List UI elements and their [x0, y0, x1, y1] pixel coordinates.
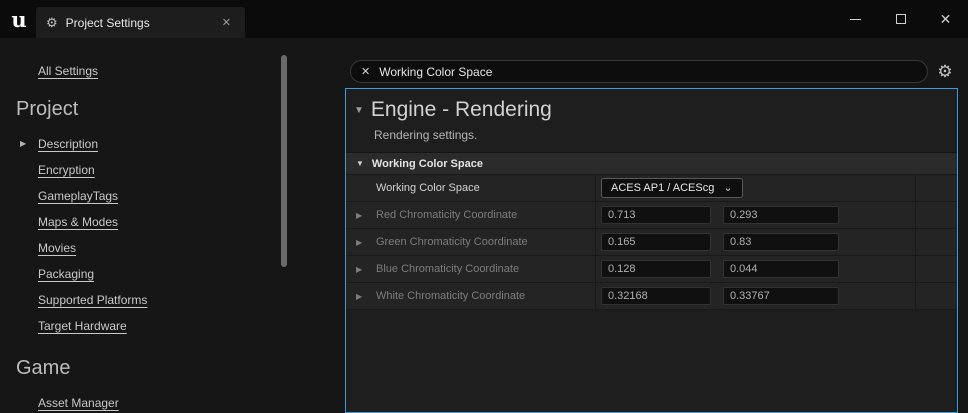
property-label: Red Chromaticity Coordinate — [376, 209, 517, 221]
tab-project-settings[interactable]: ⚙ Project Settings ✕ — [36, 7, 245, 38]
property-value-cell — [596, 256, 916, 282]
minimize-icon — [850, 19, 861, 20]
settings-icon: ⚙ — [46, 15, 58, 31]
chevron-down-icon: ⌄ — [723, 183, 732, 193]
search-box[interactable]: ✕ — [350, 60, 928, 83]
sidebar-item-label: Packaging — [38, 267, 94, 281]
row-white-chromaticity: ▶ White Chromaticity Coordinate — [346, 283, 957, 310]
property-label: Green Chromaticity Coordinate — [376, 236, 528, 248]
property-value-cell: ACES AP1 / ACEScg ⌄ — [596, 175, 916, 201]
settings-gear-icon[interactable]: ⚙ — [934, 61, 956, 83]
property-value-cell — [596, 283, 916, 309]
green-y-input[interactable] — [723, 233, 839, 251]
property-value-cell — [596, 202, 916, 228]
minimize-button[interactable] — [833, 0, 878, 38]
row-extra-cell — [916, 175, 957, 201]
sidebar-item-movies[interactable]: Movies — [16, 235, 271, 261]
maximize-icon — [896, 14, 906, 24]
sidebar-item-label: GameplayTags — [38, 189, 118, 203]
sidebar: All Settings Project ▶ Description Encry… — [16, 52, 271, 413]
triangle-right-icon[interactable]: ▶ — [20, 131, 26, 157]
red-x-input[interactable] — [601, 206, 711, 224]
sidebar-section-project: Project — [16, 98, 271, 121]
sidebar-item-label: Maps & Modes — [38, 215, 118, 229]
sidebar-item-gameplaytags[interactable]: GameplayTags — [16, 183, 271, 209]
search-input[interactable] — [379, 65, 917, 79]
property-value-cell — [596, 229, 916, 255]
row-green-chromaticity: ▶ Green Chromaticity Coordinate — [346, 229, 957, 256]
property-label: Blue Chromaticity Coordinate — [376, 263, 519, 275]
all-settings-label: All Settings — [38, 64, 98, 78]
property-label-cell: Working Color Space — [346, 175, 596, 201]
row-blue-chromaticity: ▶ Blue Chromaticity Coordinate — [346, 256, 957, 283]
blue-y-input[interactable] — [723, 260, 839, 278]
category-title: Working Color Space — [372, 158, 483, 170]
sidebar-item-label: Description — [38, 137, 98, 151]
row-red-chromaticity: ▶ Red Chromaticity Coordinate — [346, 202, 957, 229]
expand-triangle-icon[interactable]: ▶ — [356, 211, 362, 220]
sidebar-scrollbar[interactable] — [280, 50, 288, 413]
working-color-space-dropdown[interactable]: ACES AP1 / ACEScg ⌄ — [601, 178, 743, 198]
sidebar-item-packaging[interactable]: Packaging — [16, 261, 271, 287]
collapse-triangle-icon[interactable]: ▼ — [354, 105, 364, 116]
row-working-color-space: Working Color Space ACES AP1 / ACEScg ⌄ — [346, 175, 957, 202]
row-extra-cell — [916, 229, 957, 255]
blue-x-input[interactable] — [601, 260, 711, 278]
property-label: Working Color Space — [376, 182, 480, 194]
property-label: White Chromaticity Coordinate — [376, 290, 525, 302]
sidebar-item-label: Asset Manager — [38, 396, 119, 410]
row-extra-cell — [916, 283, 957, 309]
close-icon: ✕ — [940, 11, 952, 28]
row-extra-cell — [916, 256, 957, 282]
panel-header: ▼ Engine - Rendering Rendering settings. — [346, 89, 957, 142]
property-label-cell: ▶ White Chromaticity Coordinate — [346, 283, 596, 309]
sidebar-item-label: Encryption — [38, 163, 95, 177]
window-controls: ✕ — [833, 0, 968, 38]
expand-triangle-icon[interactable]: ▶ — [356, 238, 362, 247]
white-x-input[interactable] — [601, 287, 711, 305]
sidebar-item-target-hardware[interactable]: Target Hardware — [16, 313, 271, 339]
white-y-input[interactable] — [723, 287, 839, 305]
tab-close-icon[interactable]: ✕ — [216, 13, 237, 32]
green-x-input[interactable] — [601, 233, 711, 251]
sidebar-section-game: Game — [16, 357, 271, 380]
sidebar-item-asset-manager[interactable]: Asset Manager — [16, 390, 271, 413]
close-button[interactable]: ✕ — [923, 0, 968, 38]
expand-triangle-icon[interactable]: ▶ — [356, 265, 362, 274]
row-extra-cell — [916, 202, 957, 228]
sidebar-item-encryption[interactable]: Encryption — [16, 157, 271, 183]
maximize-button[interactable] — [878, 0, 923, 38]
sidebar-item-description[interactable]: ▶ Description — [16, 131, 271, 157]
sidebar-item-maps-and-modes[interactable]: Maps & Modes — [16, 209, 271, 235]
sidebar-item-all-settings[interactable]: All Settings — [38, 58, 271, 84]
property-label-cell: ▶ Red Chromaticity Coordinate — [346, 202, 596, 228]
panel-subtitle: Rendering settings. — [374, 128, 957, 142]
scrollbar-thumb[interactable] — [281, 55, 287, 267]
category-triangle-icon[interactable]: ▼ — [356, 159, 364, 168]
tab-label: Project Settings — [66, 16, 216, 30]
property-label-cell: ▶ Blue Chromaticity Coordinate — [346, 256, 596, 282]
settings-panel: ▼ Engine - Rendering Rendering settings.… — [345, 88, 958, 413]
dropdown-selected-value: ACES AP1 / ACEScg — [611, 182, 714, 194]
property-label-cell: ▶ Green Chromaticity Coordinate — [346, 229, 596, 255]
titlebar: u ⚙ Project Settings ✕ ✕ — [0, 0, 968, 38]
sidebar-item-label: Supported Platforms — [38, 293, 147, 307]
sidebar-item-supported-platforms[interactable]: Supported Platforms — [16, 287, 271, 313]
expand-triangle-icon[interactable]: ▶ — [356, 292, 362, 301]
red-y-input[interactable] — [723, 206, 839, 224]
category-working-color-space[interactable]: ▼ Working Color Space — [346, 152, 957, 175]
sidebar-item-label: Movies — [38, 241, 76, 255]
property-rows: Working Color Space ACES AP1 / ACEScg ⌄ … — [346, 175, 957, 310]
sidebar-item-label: Target Hardware — [38, 319, 127, 333]
clear-search-icon[interactable]: ✕ — [361, 65, 370, 78]
unreal-logo-icon: u — [0, 0, 38, 38]
panel-title: Engine - Rendering — [371, 98, 552, 122]
